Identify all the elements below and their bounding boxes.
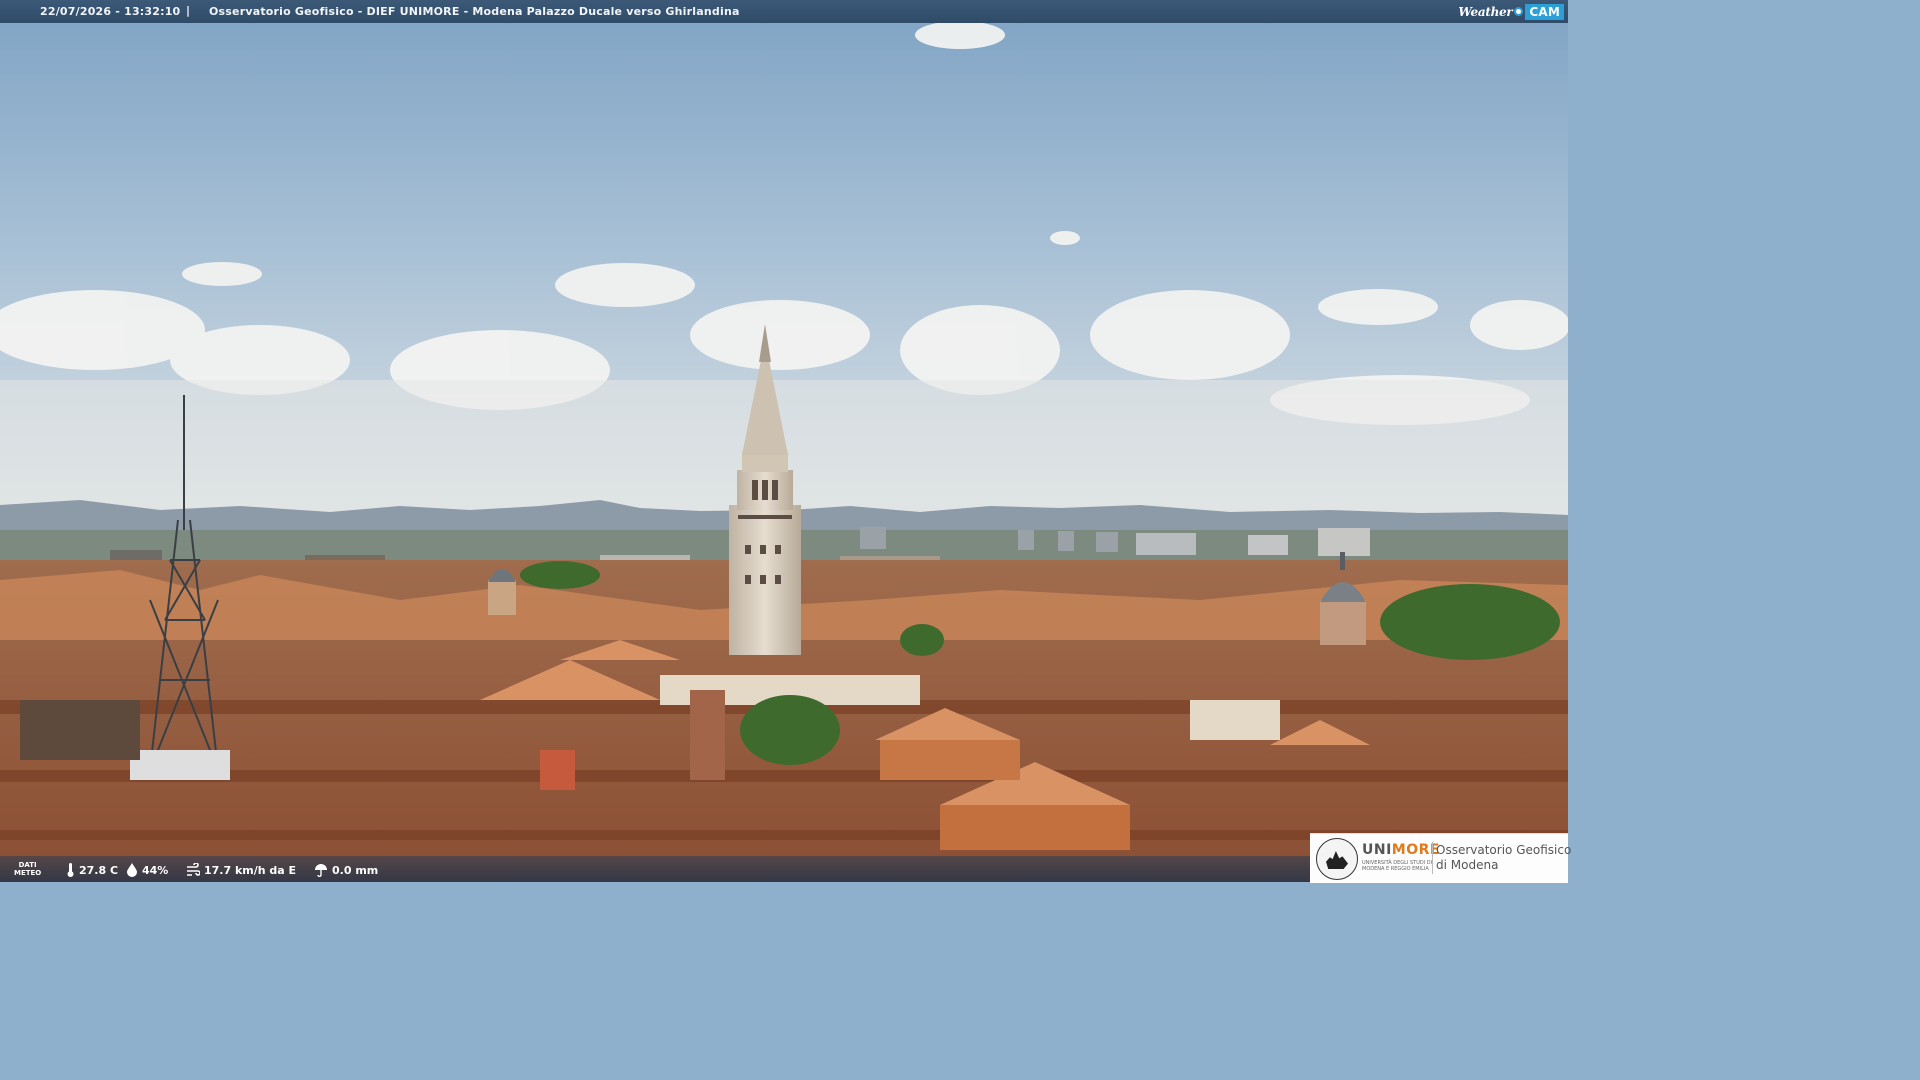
wind-readout: 17.7 km/h da E — [186, 863, 296, 877]
logo-divider — [1432, 842, 1433, 874]
wind-value: 17.7 km/h da E — [204, 863, 297, 877]
unimore-observatory-logo: UNIMORE UNIVERSITÀ DEGLI STUDI DI MODENA… — [1310, 833, 1572, 883]
temperature-readout: 27.8 C — [66, 863, 118, 877]
unimore-wordmark: UNIMORE — [1362, 842, 1440, 858]
caption-separator: | — [186, 4, 191, 17]
dati-label-line2: METEO — [14, 869, 42, 877]
university-seal-icon — [1316, 838, 1358, 880]
city-panorama — [0, 0, 1568, 882]
humidity-readout: 44% — [126, 863, 168, 877]
wind-icon — [187, 863, 200, 876]
webcam-view — [0, 0, 1568, 882]
brand-dot-icon — [1514, 7, 1524, 16]
unimore-subtitle-line2: MODENA E REGGIO EMILIA — [1362, 866, 1429, 872]
weathercam-logo: Weather CAM — [1458, 0, 1568, 23]
water-drop-icon — [127, 863, 137, 877]
umbrella-icon — [315, 864, 327, 877]
brand-weather-text: Weather — [1458, 4, 1513, 19]
temperature-value: 27.8 C — [79, 863, 119, 877]
dati-meteo-label: DATI METEO — [14, 861, 41, 877]
humidity-value: 44% — [142, 863, 169, 877]
top-info-bar: 22/07/2026 - 13:32:10 | Osservatorio Geo… — [0, 0, 1568, 23]
unimore-prefix: UNI — [1362, 842, 1392, 858]
unimore-subtitle: UNIVERSITÀ DEGLI STUDI DI MODENA E REGGI… — [1362, 860, 1432, 872]
timestamp: 22/07/2026 - 13:32:10 — [40, 5, 181, 18]
camera-caption: Osservatorio Geofisico - DIEF UNIMORE - … — [209, 5, 740, 18]
brand-cam-text: CAM — [1525, 3, 1564, 20]
observatory-name-line2: di Modena — [1436, 858, 1499, 872]
weather-data-bar: DATI METEO 27.8 C 44% 17.7 km/h da E 0.0… — [0, 856, 1310, 882]
dome-left — [488, 569, 516, 615]
rain-value: 0.0 mm — [332, 863, 379, 877]
thermometer-icon — [67, 863, 74, 877]
dati-label-line1: DATI — [18, 861, 37, 869]
observatory-name-line1: Osservatorio Geofisico — [1436, 843, 1572, 857]
rain-readout: 0.0 mm — [314, 863, 378, 877]
